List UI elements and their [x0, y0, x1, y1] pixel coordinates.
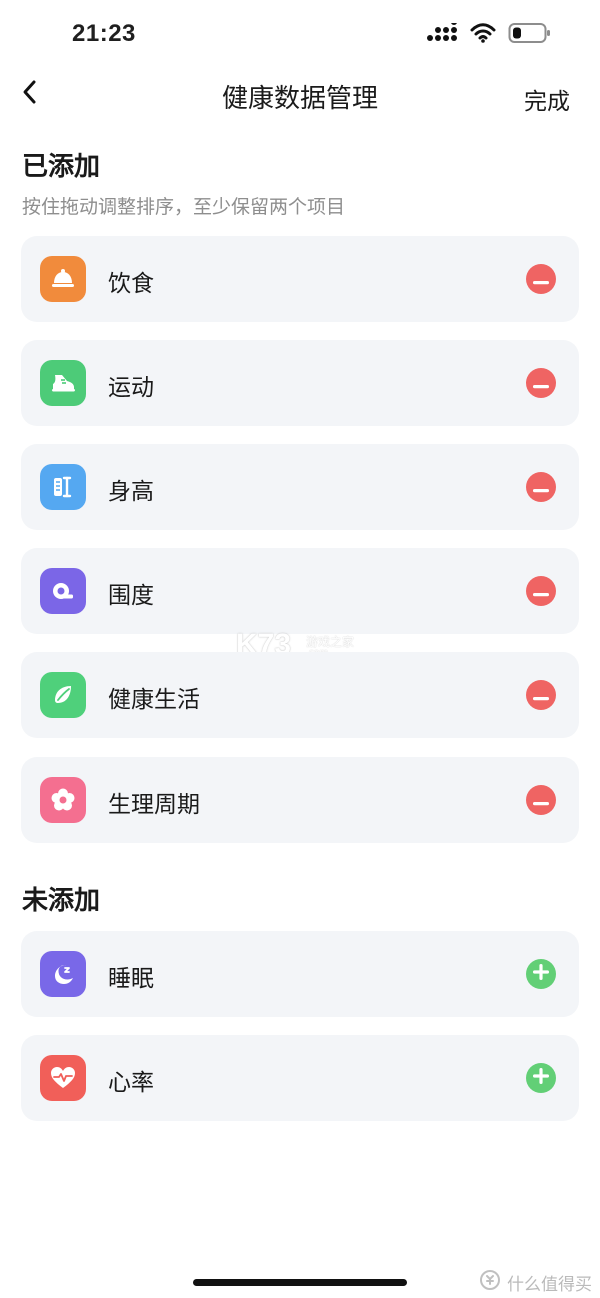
minus-icon — [533, 686, 549, 705]
minus-icon — [533, 582, 549, 601]
remove-button[interactable] — [526, 264, 556, 294]
add-button[interactable] — [526, 1063, 556, 1093]
remove-button[interactable] — [526, 576, 556, 606]
health-item-girth[interactable]: 围度 — [21, 548, 579, 634]
remove-button[interactable] — [526, 472, 556, 502]
health-item-menstrual-cycle[interactable]: 生理周期 — [21, 757, 579, 843]
added-section-subtitle: 按住拖动调整排序，至少保留两个项目 — [22, 196, 346, 218]
health-item-label: 身高 — [108, 479, 154, 505]
remove-button[interactable] — [526, 680, 556, 710]
remove-button[interactable] — [526, 368, 556, 398]
health-item-healthy-life[interactable]: 健康生活 — [21, 652, 579, 738]
flower-icon — [40, 777, 86, 823]
food-cover-icon — [40, 256, 86, 302]
leaf-icon — [40, 672, 86, 718]
health-item-height[interactable]: 身高 — [21, 444, 579, 530]
health-item-food[interactable]: 饮食 — [21, 236, 579, 322]
ruler-icon — [40, 464, 86, 510]
minus-icon — [533, 374, 549, 393]
tape-measure-icon — [40, 568, 86, 614]
bottom-brand-text: 什么值得买 — [507, 1275, 592, 1295]
home-indicator — [193, 1279, 407, 1286]
plus-icon — [533, 964, 549, 984]
done-button[interactable]: 完成 — [524, 82, 570, 116]
add-button[interactable] — [526, 959, 556, 989]
health-item-label: 围度 — [108, 583, 154, 609]
bottom-brand: 什么值得买 — [479, 1269, 592, 1296]
health-item-label: 睡眠 — [108, 966, 154, 992]
health-item-exercise[interactable]: 运动 — [21, 340, 579, 426]
signal-icon — [426, 19, 458, 47]
health-item-sleep[interactable]: 睡眠 — [21, 931, 579, 1017]
heart-rate-icon — [40, 1055, 86, 1101]
health-item-heart-rate[interactable]: 心率 — [21, 1035, 579, 1121]
status-bar: 21:23 — [0, 0, 600, 70]
brand-icon — [479, 1269, 501, 1296]
status-icons — [426, 19, 552, 48]
battery-icon — [508, 22, 552, 48]
header: 健康数据管理 完成 — [0, 70, 600, 122]
not-added-section-title: 未添加 — [22, 886, 101, 916]
added-section-title: 已添加 — [22, 152, 101, 182]
health-item-label: 饮食 — [108, 271, 154, 297]
health-item-label: 生理周期 — [108, 792, 200, 818]
moon-sleep-icon — [40, 951, 86, 997]
remove-button[interactable] — [526, 785, 556, 815]
status-time: 21:23 — [72, 20, 136, 47]
minus-icon — [533, 270, 549, 289]
plus-icon — [533, 1068, 549, 1088]
minus-icon — [533, 478, 549, 497]
sneaker-icon — [40, 360, 86, 406]
health-item-label: 心率 — [108, 1070, 154, 1096]
wifi-icon — [470, 23, 496, 47]
health-item-label: 健康生活 — [108, 687, 200, 713]
page-title: 健康数据管理 — [221, 84, 378, 114]
health-item-label: 运动 — [108, 375, 154, 401]
minus-icon — [533, 791, 549, 810]
